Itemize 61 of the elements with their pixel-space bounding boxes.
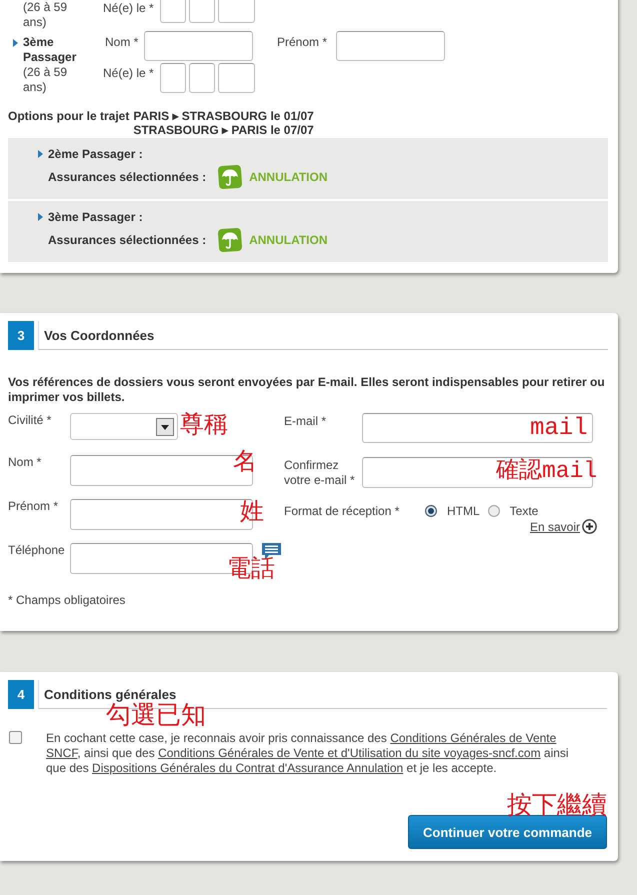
insurance-name: ANNULATION [249,170,328,184]
field-label: Confirmez votre e-mail * [284,457,356,488]
field-label: Nom * [8,455,42,469]
date-field[interactable] [189,0,215,23]
date-field[interactable] [160,0,186,23]
terms-text: En cochant cette case, je reconnais avoir pris connaissance des Conditions Générales de Vente SNCF, ainsi que des Conditions Générales de Vente et d'Utilisation du site voyages-sncf.com ainsi que des Dispositions Générales du Contrat d'Assurance Annulation et je les accepte. [46,731,570,776]
passenger-title: 3ème Passager [23,35,78,65]
route-text: PARIS ▸ STRASBOURG le 01/07 [133,109,314,123]
terms-link[interactable]: Conditions Générales de Vente et d'Utilisation du site voyages-sncf.com [158,746,541,760]
civility-select[interactable] [70,413,178,440]
field-label: Civilité * [8,413,52,427]
field-label: Prénom * [8,499,60,513]
passenger-title: 3ème Passager : [48,209,143,225]
age-range-text: (26 à 59 ans) [23,0,68,30]
plus-circle-icon[interactable] [582,519,597,534]
umbrella-icon [217,227,244,253]
insurance-label: Assurances sélectionnées : [48,233,206,247]
date-field[interactable] [160,63,186,93]
input-field[interactable] [144,31,253,61]
field-label: Né(e) le * [103,65,155,81]
handwritten-note: 名 [233,452,257,476]
field-label: Téléphone [8,543,66,557]
radio-button[interactable] [488,505,500,517]
insurance-label: Assurances sélectionnées : [48,170,206,184]
passenger-title: 2ème Passager : [48,146,143,162]
input-field[interactable] [362,413,593,443]
handwritten-note: mail [530,417,588,441]
options-label: Options pour le trajet [8,109,130,125]
field-label: Né(e) le * [103,0,155,16]
insurance-name: ANNULATION [249,233,328,247]
terms-link[interactable]: Dispositions Générales du Contrat d'Assurance Annulation [92,761,404,775]
route-text: STRASBOURG ▸ PARIS le 07/07 [133,123,314,137]
checkbox[interactable] [9,731,22,744]
radio-label[interactable]: HTML [447,504,480,518]
date-field[interactable] [189,63,215,93]
section-title: Vos Coordonnées [44,328,154,342]
umbrella-icon [217,164,244,190]
step-number: 4 [8,680,34,709]
date-field[interactable] [218,0,255,23]
terms-link[interactable]: SNCF [46,746,78,760]
radio-button[interactable] [425,505,437,517]
date-field[interactable] [218,63,255,93]
section-title: Conditions générales [44,686,176,702]
radio-label[interactable]: Texte [510,504,538,518]
field-label: Format de réception * [284,504,400,518]
age-range-text: (26 à 59 ans) [23,65,68,95]
input-field[interactable] [336,31,445,61]
step-number: 3 [8,321,34,350]
handwritten-note: 勾選已知 [106,705,206,729]
footnote-text: * Champs obligatoires [8,593,126,607]
triangle-bullet-icon [38,150,43,158]
field-label: E-mail * [284,413,328,429]
field-label: Nom * [105,34,140,50]
handwritten-note: 姓 [240,502,264,526]
triangle-bullet-icon [13,39,18,47]
handwritten-note: 確認mail [496,459,598,483]
field-label: Prénom * [277,34,328,50]
learn-more-link[interactable]: En savoir [530,520,580,534]
intro-text: Vos références de dossiers vous seront envoyées par E-mail. Elles seront indispensables pour retirer ou imprimer vos billets. [8,375,606,405]
terms-link[interactable]: Conditions Générales de Vente [390,731,556,745]
triangle-bullet-icon [38,213,43,221]
